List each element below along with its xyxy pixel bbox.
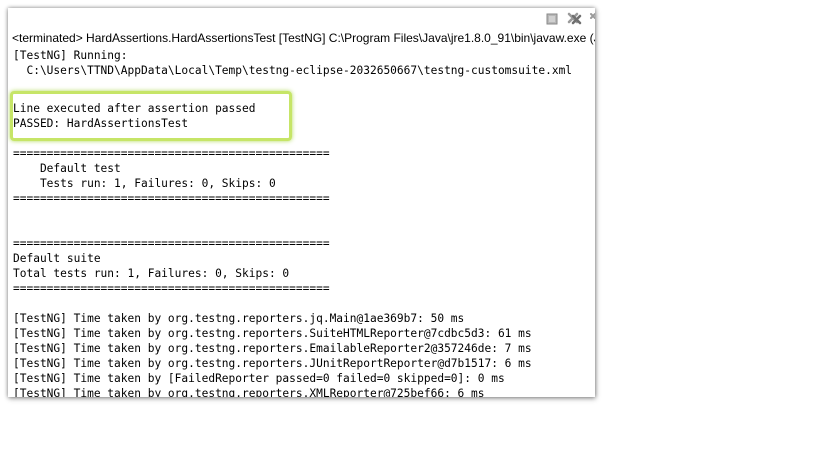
view-menu-icon [590, 13, 595, 19]
console-line: [TestNG] Time taken by org.testng.report… [13, 312, 465, 325]
console-line: Default test [13, 162, 121, 175]
console-line: [TestNG] Time taken by org.testng.report… [13, 342, 532, 355]
console-output[interactable]: [TestNG] Running: C:\Users\TTND\AppData\… [8, 48, 595, 397]
console-line: Tests run: 1, Failures: 0, Skips: 0 [13, 177, 276, 190]
console-line: [TestNG] Time taken by org.testng.report… [13, 387, 485, 397]
remove-launch-button[interactable] [545, 12, 559, 26]
console-line: ========================================… [13, 192, 330, 205]
remove-all-terminated-button[interactable] [567, 12, 582, 26]
console-view: <terminated> HardAssertions.HardAssertio… [8, 8, 595, 397]
console-line: ========================================… [13, 282, 330, 295]
console-line: [TestNG] Time taken by org.testng.report… [13, 357, 532, 370]
console-line: ========================================… [13, 237, 330, 250]
console-title: <terminated> HardAssertions.HardAssertio… [12, 31, 595, 45]
console-line: [TestNG] Time taken by org.testng.report… [13, 327, 532, 340]
console-line: Line executed after assertion passed [13, 102, 256, 115]
console-line: Total tests run: 1, Failures: 0, Skips: … [13, 267, 290, 280]
console-line: ========================================… [13, 147, 330, 160]
remove-launch-icon [546, 13, 558, 25]
remove-all-terminated-icon [567, 12, 582, 25]
console-line: Default suite [13, 252, 101, 265]
view-menu-button[interactable] [589, 12, 595, 26]
console-line: [TestNG] Time taken by [FailedReporter p… [13, 372, 505, 385]
console-line: C:\Users\TTND\AppData\Local\Temp\testng-… [13, 64, 573, 77]
console-line: PASSED: HardAssertionsTest [13, 117, 189, 130]
console-line: [TestNG] Running: [13, 49, 128, 62]
console-toolbar [8, 8, 595, 30]
